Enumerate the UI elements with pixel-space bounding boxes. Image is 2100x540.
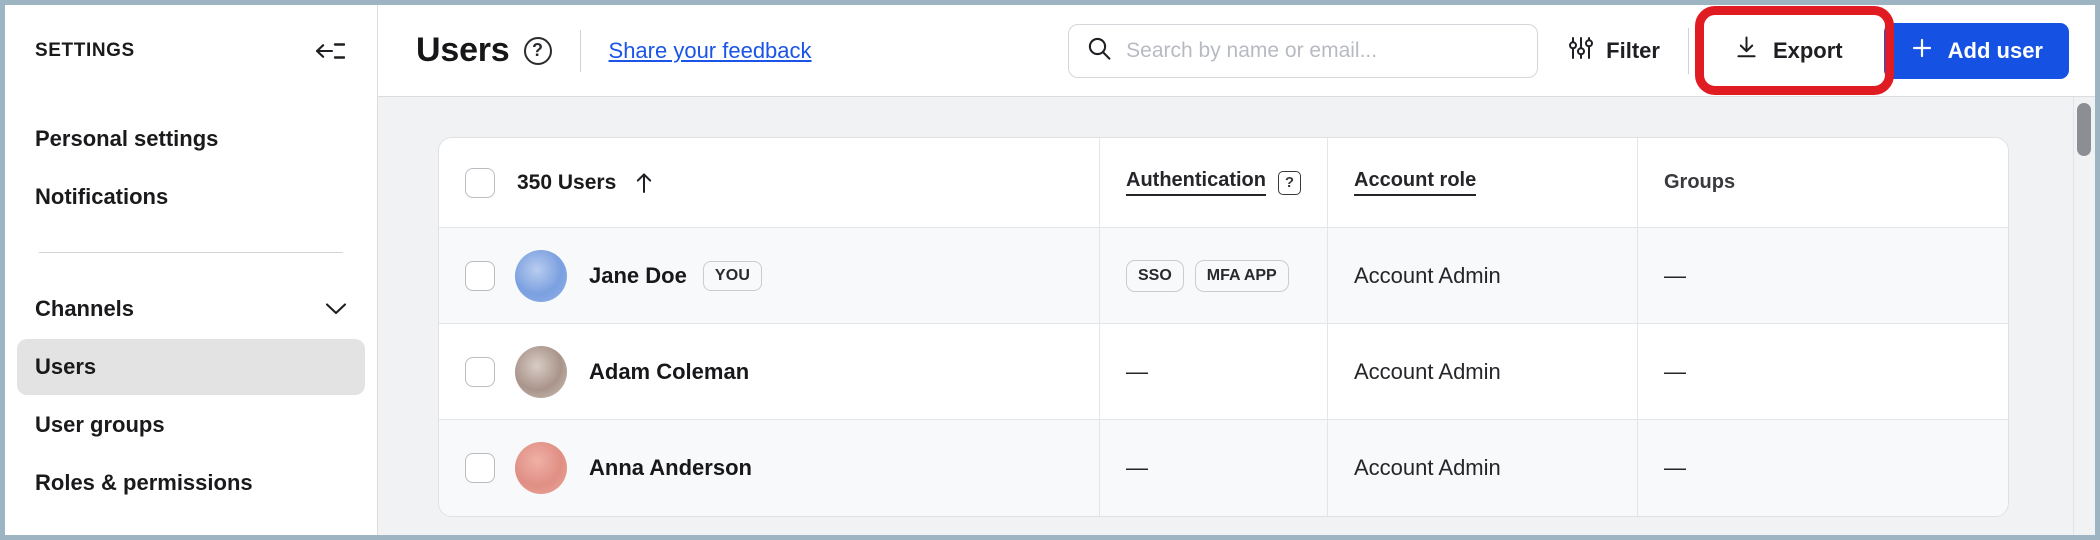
row-cell-groups: — bbox=[1638, 324, 2008, 419]
sidebar-item-roles-permissions[interactable]: Roles & permissions bbox=[17, 455, 365, 511]
row-cell-authentication: — bbox=[1100, 420, 1328, 516]
select-all-checkbox[interactable] bbox=[465, 168, 495, 198]
groups-value: — bbox=[1664, 263, 1686, 289]
sidebar-item-users[interactable]: Users bbox=[17, 339, 365, 395]
filter-button[interactable]: Filter bbox=[1568, 36, 1660, 66]
sidebar-item-label: User groups bbox=[35, 412, 165, 438]
search-input[interactable] bbox=[1126, 39, 1519, 63]
groups-value: — bbox=[1664, 455, 1686, 481]
plus-icon bbox=[1910, 36, 1934, 66]
groups-value: — bbox=[1664, 359, 1686, 385]
column-header-authentication[interactable]: Authentication bbox=[1126, 169, 1266, 196]
sidebar-item-label: Personal settings bbox=[35, 126, 218, 152]
row-cell-authentication: — bbox=[1100, 324, 1328, 419]
sidebar-item-label: Channels bbox=[35, 296, 134, 322]
you-badge: YOU bbox=[703, 261, 762, 291]
table-row[interactable]: Adam Coleman — Account Admin — bbox=[439, 324, 2008, 420]
share-feedback-link[interactable]: Share your feedback bbox=[609, 38, 812, 64]
download-icon bbox=[1734, 35, 1759, 66]
avatar bbox=[515, 442, 567, 494]
sidebar-header: SETTINGS bbox=[5, 5, 377, 97]
table-header-row: 350 Users Authentication ? Acc bbox=[439, 138, 2008, 228]
actions-divider bbox=[1688, 28, 1689, 74]
sidebar-nav: Personal settings Notifications Channels… bbox=[5, 111, 377, 511]
account-role-value: Account Admin bbox=[1354, 455, 1501, 481]
user-name: Anna Anderson bbox=[589, 455, 752, 481]
avatar bbox=[515, 346, 567, 398]
sidebar-item-personal-settings[interactable]: Personal settings bbox=[17, 111, 365, 167]
header-cell-account-role: Account role bbox=[1328, 138, 1638, 227]
row-cell-name: Anna Anderson bbox=[439, 420, 1100, 516]
sidebar-item-label: Users bbox=[35, 354, 96, 380]
sliders-icon bbox=[1568, 36, 1594, 66]
page-header: Users ? Share your feedback bbox=[378, 5, 2095, 97]
row-cell-account-role: Account Admin bbox=[1328, 324, 1638, 419]
export-button[interactable]: Export bbox=[1711, 24, 1866, 78]
account-role-value: Account Admin bbox=[1354, 359, 1501, 385]
row-cell-groups: — bbox=[1638, 420, 2008, 516]
add-user-label: Add user bbox=[1948, 38, 2043, 64]
sidebar-section-label: SETTINGS bbox=[35, 40, 135, 62]
user-name: Jane Doe bbox=[589, 263, 687, 289]
page-title: Users bbox=[416, 31, 510, 70]
sidebar-divider bbox=[39, 252, 343, 253]
sidebar-item-notifications[interactable]: Notifications bbox=[17, 169, 365, 225]
authentication-value: — bbox=[1126, 359, 1148, 385]
filter-label: Filter bbox=[1606, 38, 1660, 64]
authentication-help-icon[interactable]: ? bbox=[1278, 171, 1301, 195]
row-checkbox[interactable] bbox=[465, 261, 495, 291]
auth-chip-sso: SSO bbox=[1126, 260, 1184, 292]
row-cell-name: Adam Coleman bbox=[439, 324, 1100, 419]
user-name: Adam Coleman bbox=[589, 359, 749, 385]
row-cell-account-role: Account Admin bbox=[1328, 228, 1638, 323]
table-row[interactable]: Anna Anderson — Account Admin — bbox=[439, 420, 2008, 516]
export-button-wrapper: Export bbox=[1711, 24, 1866, 78]
scrollbar-thumb[interactable] bbox=[2077, 103, 2091, 156]
row-checkbox[interactable] bbox=[465, 453, 495, 483]
avatar bbox=[515, 250, 567, 302]
header-cell-groups: Groups bbox=[1638, 138, 2008, 227]
users-table: 350 Users Authentication ? Acc bbox=[438, 137, 2009, 517]
sidebar-item-label: Roles & permissions bbox=[35, 470, 253, 496]
account-role-value: Account Admin bbox=[1354, 263, 1501, 289]
chevron-down-icon[interactable] bbox=[325, 302, 347, 316]
sidebar-item-user-groups[interactable]: User groups bbox=[17, 397, 365, 453]
app-window: SETTINGS Personal settings Notifications… bbox=[0, 0, 2100, 540]
search-icon bbox=[1087, 36, 1112, 66]
header-divider bbox=[580, 30, 581, 72]
search-input-wrapper[interactable] bbox=[1068, 24, 1538, 78]
users-count-label: 350 Users bbox=[517, 171, 616, 195]
add-user-button[interactable]: Add user bbox=[1884, 23, 2069, 79]
users-content: 350 Users Authentication ? Acc bbox=[378, 97, 2095, 535]
row-cell-account-role: Account Admin bbox=[1328, 420, 1638, 516]
sidebar-item-channels[interactable]: Channels bbox=[17, 281, 365, 337]
table-row[interactable]: Jane Doe YOU SSO MFA APP Account Admin — bbox=[439, 228, 2008, 324]
vertical-scrollbar[interactable] bbox=[2073, 97, 2095, 535]
column-header-account-role[interactable]: Account role bbox=[1354, 169, 1476, 196]
sidebar-item-label: Notifications bbox=[35, 184, 168, 210]
arrow-up-icon[interactable] bbox=[634, 171, 654, 195]
auth-chip-mfa-app: MFA APP bbox=[1195, 260, 1289, 292]
column-header-groups: Groups bbox=[1664, 171, 1735, 194]
main-area: Users ? Share your feedback bbox=[378, 5, 2095, 535]
row-cell-name: Jane Doe YOU bbox=[439, 228, 1100, 323]
authentication-value: — bbox=[1126, 455, 1148, 481]
settings-sidebar: SETTINGS Personal settings Notifications… bbox=[5, 5, 378, 535]
export-label: Export bbox=[1773, 38, 1843, 64]
header-cell-name: 350 Users bbox=[439, 138, 1100, 227]
row-cell-groups: — bbox=[1638, 228, 2008, 323]
row-cell-authentication: SSO MFA APP bbox=[1100, 228, 1328, 323]
collapse-panel-icon[interactable] bbox=[313, 34, 347, 68]
help-icon[interactable]: ? bbox=[524, 37, 552, 65]
auth-chip-group: SSO MFA APP bbox=[1126, 260, 1289, 292]
header-actions: Filter Export bbox=[1068, 23, 2069, 79]
header-cell-authentication: Authentication ? bbox=[1100, 138, 1328, 227]
row-checkbox[interactable] bbox=[465, 357, 495, 387]
